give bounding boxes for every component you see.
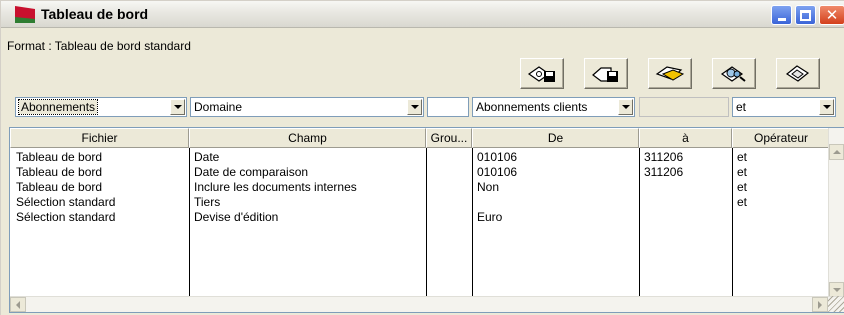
minimize-icon <box>777 17 786 21</box>
dashboard-window: Tableau de bord ✕ Format : Tableau de bo… <box>0 0 844 315</box>
eraser-icon <box>785 64 810 82</box>
cell-fichier: Tableau de bord <box>16 180 103 194</box>
print-preview-button[interactable] <box>712 58 756 89</box>
save-as-button[interactable] <box>584 58 628 89</box>
resize-grip-icon[interactable] <box>828 296 844 312</box>
column-header-groupe[interactable]: Grou... <box>426 128 472 148</box>
cell-groupe <box>429 180 471 195</box>
table-row[interactable]: Tableau de bord Inclure les documents in… <box>10 180 830 195</box>
group-input[interactable] <box>427 97 469 117</box>
chevron-down-icon[interactable] <box>618 99 633 115</box>
arrow-down-icon <box>832 288 841 292</box>
save-as-disk-icon <box>592 66 618 82</box>
cell-a: 311206 <box>644 165 684 179</box>
cell-a <box>642 195 730 210</box>
chevron-down-icon[interactable] <box>170 99 185 115</box>
criteria-grid[interactable]: Fichier Champ Grou... De à Opérateur Tab… <box>9 127 844 313</box>
format-label: Format : Tableau de bord standard <box>7 39 191 53</box>
cell-groupe <box>429 165 471 180</box>
title-bar[interactable]: Tableau de bord ✕ <box>1 1 844 28</box>
cell-fichier: Sélection standard <box>16 210 116 224</box>
cell-a <box>642 210 730 225</box>
cell-champ: Tiers <box>194 195 221 209</box>
operator-select[interactable]: et <box>732 97 836 117</box>
close-icon: ✕ <box>825 6 839 24</box>
column-header-de[interactable]: De <box>472 128 639 148</box>
close-button[interactable]: ✕ <box>819 5 844 25</box>
horizontal-scrollbar[interactable] <box>10 296 844 312</box>
chevron-down-icon[interactable] <box>407 99 422 115</box>
table-row[interactable]: Sélection standard Tiers et <box>10 195 830 210</box>
column-header-operateur[interactable]: Opérateur <box>732 128 830 148</box>
scroll-right-button[interactable] <box>812 297 828 312</box>
save-disk-icon <box>527 65 555 82</box>
file-select[interactable]: Abonnements <box>15 97 187 117</box>
maximize-button[interactable] <box>795 5 816 25</box>
open-folder-icon <box>655 65 685 81</box>
cell-champ: Date <box>194 150 220 164</box>
maximize-icon <box>800 9 811 21</box>
cell-de: Non <box>477 180 500 194</box>
window-title: Tableau de bord <box>41 6 149 22</box>
minimize-button[interactable] <box>771 5 792 25</box>
scroll-left-button[interactable] <box>10 297 26 312</box>
cell-de <box>475 195 637 210</box>
to-input[interactable] <box>639 97 729 117</box>
table-row[interactable]: Tableau de bord Date 010106 311206 et <box>10 150 830 165</box>
grid-header: Fichier Champ Grou... De à Opérateur <box>10 128 830 148</box>
from-select-value: Abonnements clients <box>476 100 588 114</box>
cell-operateur: et <box>737 195 748 209</box>
cell-de: Euro <box>477 210 503 224</box>
clear-button[interactable] <box>776 58 820 89</box>
arrow-right-icon <box>818 300 822 309</box>
field-select[interactable]: Domaine <box>190 97 424 117</box>
cell-operateur: et <box>737 150 748 164</box>
cell-a <box>642 180 730 195</box>
cell-champ: Inclure les documents internes <box>194 180 357 194</box>
cell-champ: Devise d'édition <box>194 210 279 224</box>
cell-a: 311206 <box>644 150 684 164</box>
table-row[interactable]: Tableau de bord Date de comparaison 0101… <box>10 165 830 180</box>
cell-groupe <box>429 195 471 210</box>
cell-operateur: et <box>737 180 748 194</box>
cell-operateur <box>735 210 827 225</box>
cell-de: 010106 <box>477 165 518 179</box>
file-select-value: Abonnements <box>17 99 99 115</box>
vertical-scrollbar[interactable] <box>828 128 844 298</box>
arrow-left-icon <box>16 300 20 309</box>
cell-de: 010106 <box>477 150 518 164</box>
table-row[interactable]: Sélection standard Devise d'édition Euro <box>10 210 830 225</box>
column-header-champ[interactable]: Champ <box>189 128 426 148</box>
cell-groupe <box>429 210 471 225</box>
open-button[interactable] <box>648 58 692 89</box>
cell-fichier: Tableau de bord <box>16 150 103 164</box>
field-select-value: Domaine <box>194 100 243 114</box>
cell-fichier: Sélection standard <box>16 195 116 209</box>
chevron-down-icon[interactable] <box>819 99 834 115</box>
print-preview-icon <box>720 65 746 82</box>
from-select[interactable]: Abonnements clients <box>472 97 635 117</box>
cell-groupe <box>429 150 471 165</box>
app-icon <box>15 6 35 23</box>
cell-champ: Date de comparaison <box>194 165 309 179</box>
cell-fichier: Tableau de bord <box>16 165 103 179</box>
column-header-fichier[interactable]: Fichier <box>10 128 189 148</box>
save-button[interactable] <box>520 58 564 89</box>
column-header-a[interactable]: à <box>639 128 732 148</box>
scroll-up-button[interactable] <box>829 144 844 160</box>
cell-operateur: et <box>737 165 748 179</box>
operator-select-value: et <box>736 100 747 114</box>
arrow-up-icon <box>832 150 841 154</box>
